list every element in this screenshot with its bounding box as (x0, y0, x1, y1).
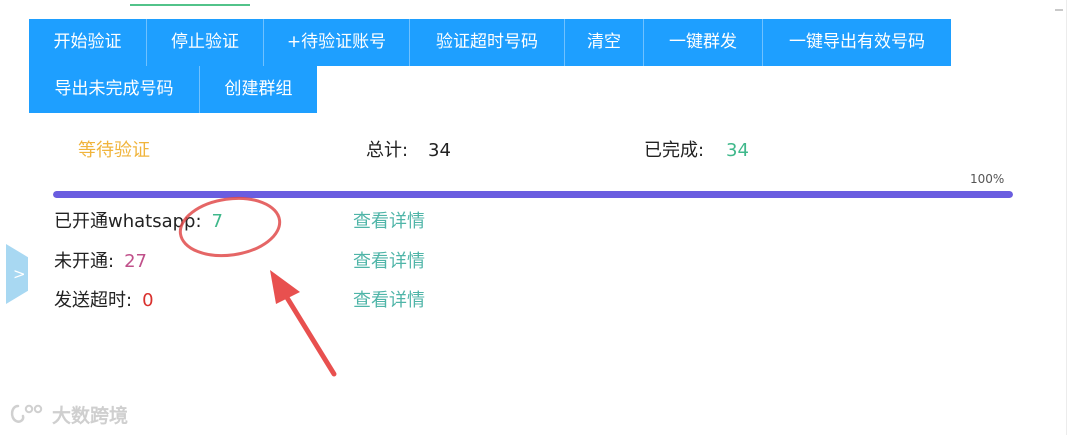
verification-state: 等待验证 (78, 140, 150, 161)
export-unfinished-numbers-button[interactable]: 导出未完成号码 (29, 66, 200, 113)
active-tab-indicator (130, 4, 250, 6)
start-verify-button[interactable]: 开始验证 (29, 19, 147, 66)
send-timeout-count: 0 (142, 290, 154, 311)
completed-label: 已完成: (644, 140, 705, 161)
send-timeout-label: 发送超时: (54, 290, 133, 311)
watermark-logo-icon (10, 404, 43, 423)
annotation-arrow-shaft (283, 293, 337, 377)
total-value: 34 (428, 140, 451, 161)
whatsapp-enabled-row: 已开通whatsapp: 7 (54, 210, 223, 234)
whatsapp-enabled-label: 已开通whatsapp: (54, 211, 202, 232)
watermark-text: 大数跨境 (52, 404, 129, 427)
completed-value: 34 (726, 140, 749, 161)
side-drawer-handle[interactable]: > (6, 244, 28, 304)
create-group-button[interactable]: 创建群组 (200, 66, 317, 113)
progress-percent: 100% (970, 172, 1005, 186)
whatsapp-enabled-details-link[interactable]: 查看详情 (353, 210, 425, 234)
send-timeout-row: 发送超时: 0 (54, 289, 154, 313)
not-enabled-details-link[interactable]: 查看详情 (353, 250, 425, 274)
not-enabled-row: 未开通: 27 (54, 250, 147, 274)
bulk-send-button[interactable]: 一键群发 (644, 19, 763, 66)
clear-button[interactable]: 清空 (565, 19, 644, 66)
progress-bar-fill (53, 191, 1013, 198)
timeout-numbers-button[interactable]: 验证超时号码 (410, 19, 565, 66)
not-enabled-label: 未开通: (54, 251, 115, 272)
stop-verify-button[interactable]: 停止验证 (147, 19, 264, 66)
whatsapp-enabled-count: 7 (211, 211, 223, 232)
total-label: 总计: (366, 140, 409, 161)
annotation-arrow-head (270, 270, 300, 304)
progress-bar (53, 191, 1013, 198)
watermark: 大数跨境 (8, 400, 128, 428)
add-pending-accounts-button[interactable]: +待验证账号 (264, 19, 410, 66)
export-valid-numbers-button[interactable]: 一键导出有效号码 (763, 19, 951, 66)
verification-page: 开始验证 停止验证 +待验证账号 验证超时号码 清空 一键群发 一键导出有效号码… (0, 0, 1080, 435)
send-timeout-details-link[interactable]: 查看详情 (353, 289, 425, 313)
panel-corner-mark (1055, 9, 1063, 11)
not-enabled-count: 27 (124, 251, 147, 272)
panel-divider (1066, 0, 1067, 435)
